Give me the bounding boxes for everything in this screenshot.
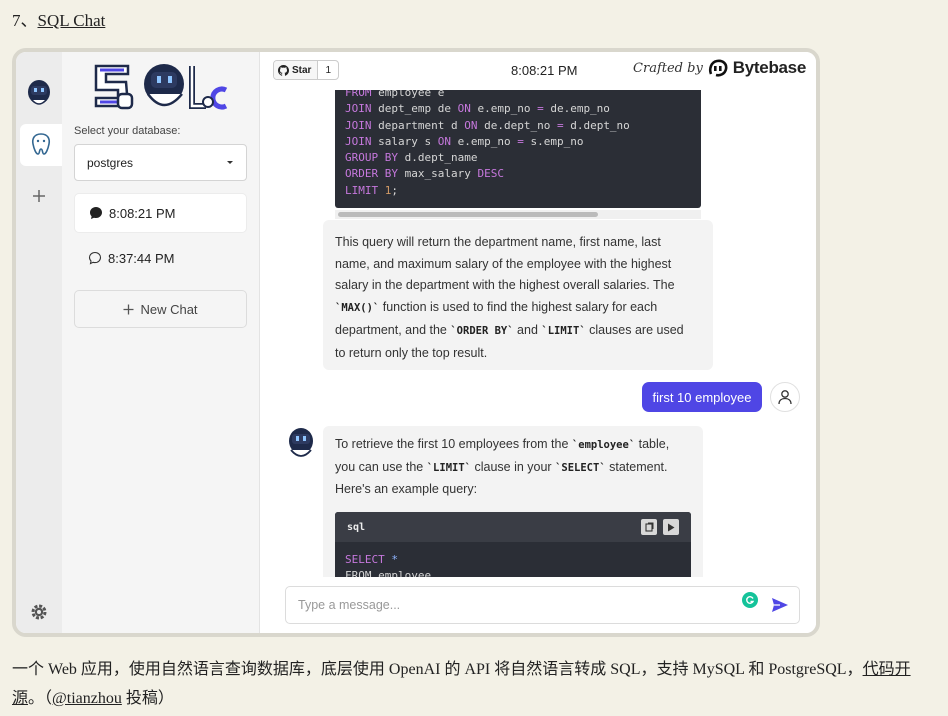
inline-code: `LIMIT` xyxy=(426,461,471,474)
caption-text: 。（ xyxy=(28,690,53,707)
message-input[interactable]: Type a message... xyxy=(285,586,800,624)
github-star-button[interactable]: Star 1 xyxy=(273,60,340,80)
grammarly-icon[interactable] xyxy=(742,592,758,608)
message-text: clauses are used xyxy=(585,322,684,337)
brand-name: Bytebase xyxy=(732,58,807,77)
code-text: * xyxy=(384,553,398,566)
message-line: Here's an example query: xyxy=(335,482,478,497)
code-block-header: sql xyxy=(335,512,691,542)
left-rail xyxy=(16,52,62,633)
chat-item-1[interactable]: 8:08:21 PM xyxy=(74,193,247,233)
sidebar: Select your database: postgres 8:08:21 P… xyxy=(62,52,260,633)
crafted-by-text: Crafted by xyxy=(633,60,703,76)
copy-icon[interactable] xyxy=(641,519,657,535)
message-line: to return only the top result. xyxy=(335,345,488,360)
code-line: ORDER BY max_salary DESC xyxy=(345,167,504,181)
gear-icon[interactable] xyxy=(22,595,56,629)
new-chat-label: New Chat xyxy=(140,301,198,317)
message-line: department, and the `ORDER BY` and `LIMI… xyxy=(335,320,701,343)
bot-avatar xyxy=(287,426,315,462)
inline-code: `MAX()` xyxy=(335,302,380,315)
sqlchat-wordmark-logo xyxy=(88,60,238,116)
message-input-placeholder: Type a message... xyxy=(298,598,401,612)
message-text: table, xyxy=(635,437,670,451)
message-line: salary in the department with the highes… xyxy=(335,278,675,293)
code-line: GROUP BY d.dept_name xyxy=(345,151,478,165)
app-screenshot: Select your database: postgres 8:08:21 P… xyxy=(12,48,820,637)
star-label: Star xyxy=(292,64,312,76)
message-text: function is used to find the highest sal… xyxy=(379,300,658,315)
inline-code: `LIMIT` xyxy=(541,324,586,337)
bytebase-logo-icon xyxy=(708,59,728,77)
play-icon[interactable] xyxy=(663,519,679,535)
message-text: you can use the xyxy=(335,459,427,474)
send-icon[interactable] xyxy=(771,597,789,613)
message-line: `MAX()` function is used to find the hig… xyxy=(335,297,701,320)
code-line: SELECT * xyxy=(345,552,681,568)
code-line: JOIN salary s ON e.emp_no = s.emp_no xyxy=(345,134,584,148)
inline-code: `ORDER BY` xyxy=(450,324,514,337)
code-lang-label: sql xyxy=(347,521,366,533)
top-bar: Star 1 8:08:21 PM Crafted by Bytebase xyxy=(261,52,816,90)
message-line: name, and maximum salary of the employee… xyxy=(335,256,672,271)
code-block-1: FROM employee e JOIN dept_emp de ON e.em… xyxy=(335,82,701,208)
inline-code: `employee` xyxy=(571,439,636,451)
user-message: first 10 employee xyxy=(642,382,762,412)
clock: 8:08:21 PM xyxy=(511,63,578,78)
message-text: and xyxy=(513,322,542,337)
heading-link[interactable]: SQL Chat xyxy=(38,11,106,30)
caption-text: 投稿） xyxy=(121,690,174,707)
message-line: you can use the `LIMIT` clause in your `… xyxy=(335,457,691,480)
user-icon xyxy=(778,390,792,405)
code-keyword: SELECT xyxy=(345,553,385,566)
github-icon xyxy=(278,64,289,76)
chat-bubble-icon xyxy=(90,207,102,219)
user-avatar xyxy=(770,382,800,412)
chat-item-label: 8:37:44 PM xyxy=(108,250,175,266)
chat-item-2[interactable]: 8:37:44 PM xyxy=(74,238,247,278)
message-text: clause in your xyxy=(471,459,556,474)
star-count: 1 xyxy=(325,64,332,76)
message-text: statement. xyxy=(605,459,668,474)
postgres-icon[interactable] xyxy=(20,124,62,166)
caption-text: 一个 Web 应用，使用自然语言查询数据库，底层使用 OpenAI 的 API … xyxy=(12,661,863,678)
sqlchat-bot-icon xyxy=(289,428,313,457)
heading: 7、SQL Chat xyxy=(12,6,105,31)
plus-icon[interactable] xyxy=(22,179,56,213)
code-line: LIMIT 1; xyxy=(345,183,398,197)
sqlchat-logo-icon[interactable] xyxy=(22,76,56,110)
database-select-label: Select your database: xyxy=(74,125,181,137)
message-line: This query will return the department na… xyxy=(335,235,661,249)
caption: 一个 Web 应用，使用自然语言查询数据库，底层使用 OpenAI 的 API … xyxy=(12,655,940,713)
chat-bubble-outline-icon xyxy=(88,251,102,265)
code-line: JOIN department d ON de.dept_no = d.dept… xyxy=(345,118,630,132)
database-select[interactable]: postgres xyxy=(74,144,247,181)
chevron-down-icon xyxy=(227,160,233,164)
chat-main: Star 1 8:08:21 PM Crafted by Bytebase FR… xyxy=(261,52,816,633)
inline-code: `SELECT` xyxy=(555,461,606,474)
crafted-by-bytebase[interactable]: Crafted by Bytebase xyxy=(633,58,806,78)
message-text: department, and the xyxy=(335,322,451,337)
author-link[interactable]: @tianzhou xyxy=(52,690,122,707)
assistant-message-1: This query will return the department na… xyxy=(323,220,713,370)
new-chat-button[interactable]: New Chat xyxy=(74,290,247,328)
message-text: To retrieve the first 10 employees from … xyxy=(335,437,572,451)
code-line: JOIN dept_emp de ON e.emp_no = de.emp_no xyxy=(345,102,610,116)
heading-number: 7、 xyxy=(12,11,38,30)
message-line: To retrieve the first 10 employees from … xyxy=(335,434,691,457)
plus-icon xyxy=(123,304,134,314)
database-select-value: postgres xyxy=(87,155,134,170)
chat-item-label: 8:08:21 PM xyxy=(109,205,176,221)
code-scrollbar[interactable] xyxy=(335,210,701,219)
